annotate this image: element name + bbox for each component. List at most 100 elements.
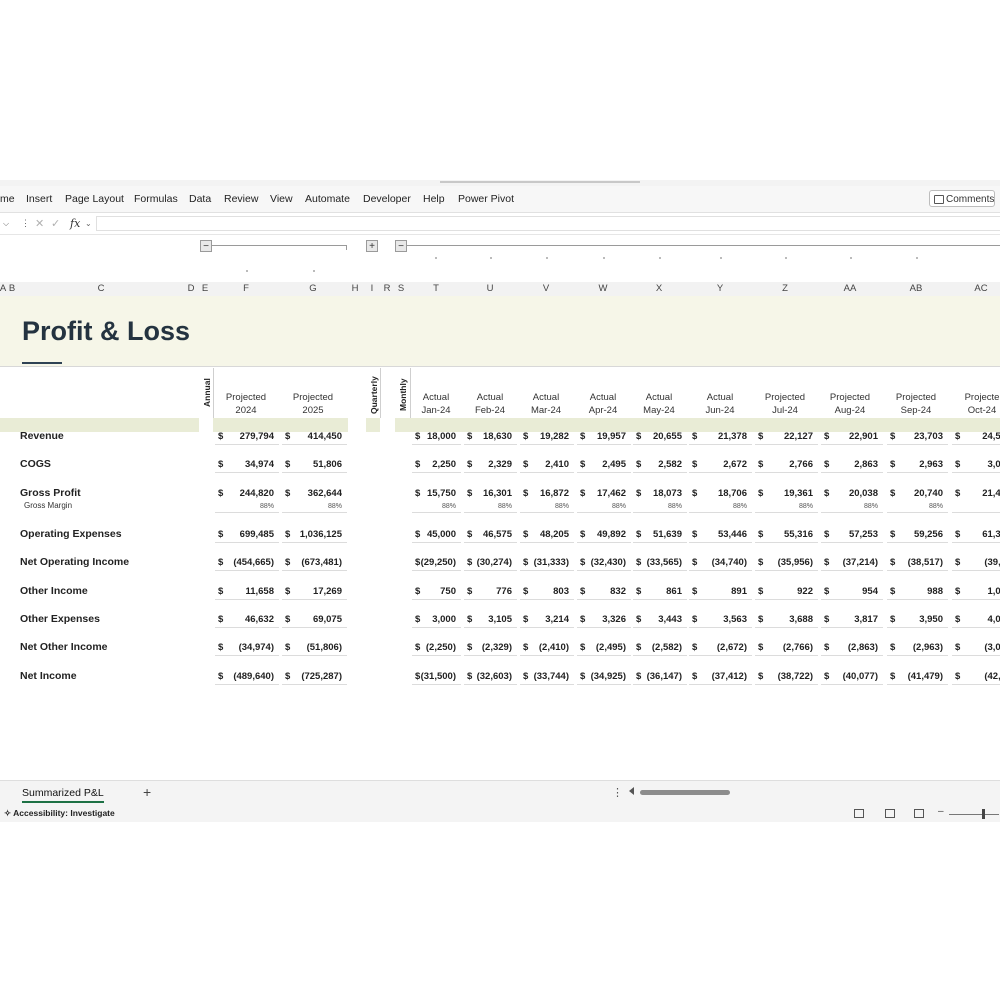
annual-value-cell[interactable]: 11,658	[204, 586, 274, 597]
margin-percent-cell[interactable]: 88%	[234, 503, 274, 510]
monthly-value-cell[interactable]: (40,077)	[808, 671, 878, 682]
monthly-value-cell[interactable]: 954	[808, 586, 878, 597]
monthly-value-cell[interactable]: 922	[743, 586, 813, 597]
column-header-c[interactable]: C	[89, 283, 113, 294]
annual-value-cell[interactable]: 34,974	[204, 459, 274, 470]
monthly-value-cell[interactable]: 2,672	[677, 459, 747, 470]
monthly-value-cell[interactable]: 1,02	[936, 586, 1000, 597]
column-header-ac[interactable]: AC	[969, 283, 993, 294]
add-sheet-button[interactable]: +	[143, 784, 151, 800]
comments-button[interactable]: Comments	[929, 190, 995, 207]
monthly-value-cell[interactable]: 61,33	[936, 529, 1000, 540]
annual-value-cell[interactable]: 1,036,125	[272, 529, 342, 540]
monthly-value-cell[interactable]: (39,8	[936, 557, 1000, 568]
monthly-value-cell[interactable]: 2,863	[808, 459, 878, 470]
monthly-value-cell[interactable]: 2,582	[612, 459, 682, 470]
ribbon-tab-page-layout[interactable]: Page Layout	[65, 193, 124, 205]
margin-percent-cell[interactable]: 88%	[416, 503, 456, 510]
monthly-value-cell[interactable]: (35,956)	[743, 557, 813, 568]
margin-percent-cell[interactable]: 88%	[707, 503, 747, 510]
monthly-value-cell[interactable]: (2,672)	[677, 642, 747, 653]
monthly-value-cell[interactable]: 861	[612, 586, 682, 597]
column-header-s[interactable]: S	[389, 283, 413, 294]
monthly-value-cell[interactable]: 22,127	[743, 431, 813, 442]
column-header-g[interactable]: G	[301, 283, 325, 294]
monthly-value-cell[interactable]: 24,53	[936, 431, 1000, 442]
monthly-value-cell[interactable]: 20,038	[808, 488, 878, 499]
column-header-v[interactable]: V	[534, 283, 558, 294]
monthly-value-cell[interactable]: (38,722)	[743, 671, 813, 682]
column-header-w[interactable]: W	[591, 283, 615, 294]
monthly-value-cell[interactable]: (38,517)	[873, 557, 943, 568]
ribbon-tab-data[interactable]: Data	[189, 193, 211, 205]
sheet-tab-summarized-pl[interactable]: Summarized P&L	[22, 787, 104, 799]
column-header-y[interactable]: Y	[708, 283, 732, 294]
monthly-value-cell[interactable]: 3,688	[743, 614, 813, 625]
annual-value-cell[interactable]: 244,820	[204, 488, 274, 499]
annual-value-cell[interactable]: 414,450	[272, 431, 342, 442]
monthly-value-cell[interactable]: 21,378	[677, 431, 747, 442]
ribbon-tab-automate[interactable]: Automate	[305, 193, 350, 205]
zoom-slider[interactable]	[949, 814, 999, 815]
monthly-value-cell[interactable]: 4,08	[936, 614, 1000, 625]
expand-quarterly-button[interactable]: +	[366, 240, 378, 252]
tab-split-handle-icon[interactable]: ⋮	[612, 786, 623, 799]
ribbon-tab-power-pivot[interactable]: Power Pivot	[458, 193, 514, 205]
annual-value-cell[interactable]: 46,632	[204, 614, 274, 625]
cancel-entry-icon[interactable]: ✕	[35, 217, 44, 230]
annual-value-cell[interactable]: (51,806)	[272, 642, 342, 653]
margin-percent-cell[interactable]: 88%	[472, 503, 512, 510]
ribbon-tab-insert[interactable]: Insert	[26, 193, 52, 205]
column-header-ab[interactable]: AB	[904, 283, 928, 294]
accessibility-status[interactable]: ✧ Accessibility: Investigate	[4, 808, 115, 819]
monthly-value-cell[interactable]: 988	[873, 586, 943, 597]
monthly-value-cell[interactable]: (3,06	[936, 642, 1000, 653]
monthly-value-cell[interactable]: 55,316	[743, 529, 813, 540]
margin-percent-cell[interactable]: 8	[966, 503, 1000, 510]
monthly-value-cell[interactable]: 57,253	[808, 529, 878, 540]
page-layout-view-icon[interactable]	[885, 809, 895, 818]
monthly-value-cell[interactable]: 891	[677, 586, 747, 597]
monthly-value-cell[interactable]: 21,46	[936, 488, 1000, 499]
ribbon-tab-review[interactable]: Review	[224, 193, 258, 205]
column-header-t[interactable]: T	[424, 283, 448, 294]
monthly-value-cell[interactable]: 2,766	[743, 459, 813, 470]
column-header-u[interactable]: U	[478, 283, 502, 294]
monthly-value-cell[interactable]: 19,361	[743, 488, 813, 499]
margin-percent-cell[interactable]: 88%	[529, 503, 569, 510]
monthly-value-cell[interactable]: (2,766)	[743, 642, 813, 653]
monthly-value-cell[interactable]: 3,950	[873, 614, 943, 625]
scroll-left-icon[interactable]	[629, 787, 634, 795]
column-header-aa[interactable]: AA	[838, 283, 862, 294]
name-box-dropdown-icon[interactable]: ⌵	[3, 219, 9, 229]
worksheet[interactable]: Profit & Loss Annual Quarterly Monthly P…	[0, 296, 1000, 780]
monthly-value-cell[interactable]: 53,446	[677, 529, 747, 540]
normal-view-icon[interactable]	[854, 809, 864, 818]
monthly-value-cell[interactable]: (37,412)	[677, 671, 747, 682]
monthly-value-cell[interactable]: (36,147)	[612, 671, 682, 682]
margin-percent-cell[interactable]: 88%	[642, 503, 682, 510]
margin-percent-cell[interactable]: 88%	[302, 503, 342, 510]
monthly-value-cell[interactable]: 23,703	[873, 431, 943, 442]
monthly-value-cell[interactable]: (42,9	[936, 671, 1000, 682]
window-drag-handle[interactable]	[440, 181, 640, 183]
monthly-value-cell[interactable]: 18,073	[612, 488, 682, 499]
annual-value-cell[interactable]: 279,794	[204, 431, 274, 442]
horizontal-scrollbar-thumb[interactable]	[640, 790, 730, 795]
monthly-value-cell[interactable]: 3,817	[808, 614, 878, 625]
monthly-value-cell[interactable]: (33,565)	[612, 557, 682, 568]
zoom-out-button[interactable]: –	[938, 806, 944, 817]
margin-percent-cell[interactable]: 88%	[903, 503, 943, 510]
ribbon-tab-home[interactable]: me	[0, 193, 15, 205]
ribbon-tab-developer[interactable]: Developer	[363, 193, 411, 205]
monthly-value-cell[interactable]: (34,740)	[677, 557, 747, 568]
monthly-value-cell[interactable]: 20,655	[612, 431, 682, 442]
collapse-monthly-button[interactable]: −	[395, 240, 407, 252]
annual-value-cell[interactable]: (489,640)	[204, 671, 274, 682]
monthly-value-cell[interactable]: 22,901	[808, 431, 878, 442]
monthly-value-cell[interactable]: 18,706	[677, 488, 747, 499]
monthly-value-cell[interactable]: 20,740	[873, 488, 943, 499]
monthly-value-cell[interactable]: 3,443	[612, 614, 682, 625]
ribbon-tab-help[interactable]: Help	[423, 193, 445, 205]
monthly-value-cell[interactable]: (37,214)	[808, 557, 878, 568]
